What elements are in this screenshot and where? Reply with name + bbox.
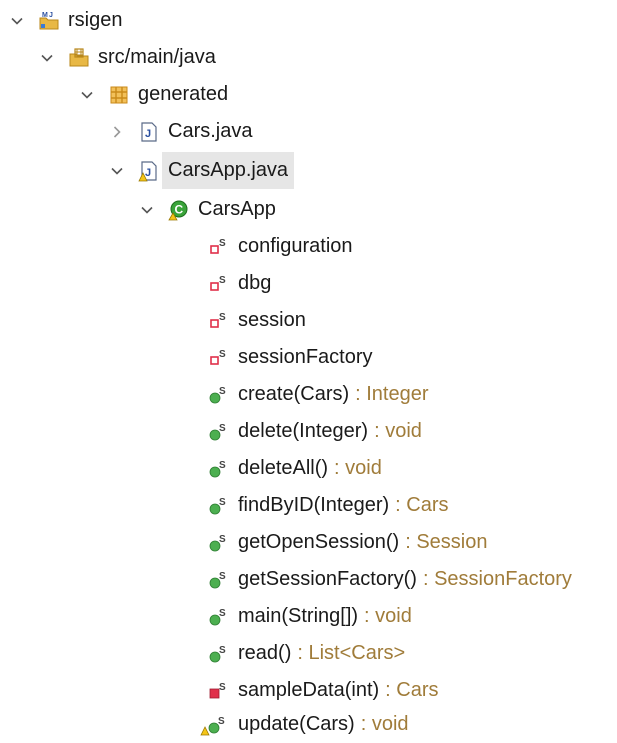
tree-node-label: rsigen <box>68 9 123 31</box>
tree-node-label: Cars.java <box>168 120 253 142</box>
return-type: : Cars <box>395 494 449 516</box>
tree-node-label: CarsApp <box>198 198 276 220</box>
tree-node-label: delete(Integer) <box>238 420 369 442</box>
java-project-icon: M J <box>38 10 60 32</box>
java-file-icon: J <box>138 121 160 143</box>
svg-text:S: S <box>219 423 226 434</box>
tree-node-label: session <box>238 309 306 331</box>
java-file-warning-icon: J <box>138 160 160 182</box>
public-static-method-icon: S <box>208 606 230 628</box>
svg-text:S: S <box>219 312 226 323</box>
public-static-method-warning-icon: S <box>200 714 230 736</box>
tree-node-label: update(Cars) <box>238 713 355 735</box>
return-type: : List<Cars> <box>297 642 406 664</box>
return-type: : SessionFactory <box>422 568 572 590</box>
tree-node-source-folder[interactable]: src/main/java <box>38 39 216 76</box>
tree-node-file[interactable]: J Cars.java <box>108 113 252 150</box>
svg-text:S: S <box>219 349 226 360</box>
tree-node-method[interactable]: S getSessionFactory() : SessionFactory <box>208 561 572 598</box>
tree-node-field[interactable]: S session <box>208 302 306 339</box>
tree-node-field[interactable]: S sessionFactory <box>208 339 373 376</box>
chevron-down-icon[interactable] <box>8 12 26 30</box>
public-static-method-icon: S <box>208 569 230 591</box>
public-static-method-icon: S <box>208 495 230 517</box>
chevron-down-icon[interactable] <box>138 201 156 219</box>
svg-text:C: C <box>175 202 184 216</box>
tree-node-class[interactable]: C CarsApp <box>138 191 276 228</box>
tree-node-file-selected[interactable]: J CarsApp.java <box>108 152 295 189</box>
source-folder-icon <box>68 47 90 69</box>
tree-node-field[interactable]: S dbg <box>208 265 271 302</box>
private-static-field-icon: S <box>208 347 230 369</box>
svg-text:M: M <box>42 12 48 19</box>
svg-text:S: S <box>219 682 226 693</box>
tree-node-field[interactable]: S configuration <box>208 228 353 265</box>
svg-text:J: J <box>145 128 151 140</box>
chevron-down-icon[interactable] <box>78 86 96 104</box>
svg-text:S: S <box>219 497 226 508</box>
svg-text:S: S <box>219 275 226 286</box>
chevron-down-icon[interactable] <box>108 162 126 180</box>
class-icon: C <box>168 199 190 221</box>
tree-node-project[interactable]: M J rsigen <box>8 2 122 39</box>
svg-text:S: S <box>219 645 226 656</box>
svg-text:S: S <box>219 460 226 471</box>
tree-node-method[interactable]: S read() : List<Cars> <box>208 635 405 672</box>
tree-node-method[interactable]: S getOpenSession() : Session <box>208 524 487 561</box>
svg-text:J: J <box>145 167 151 179</box>
svg-text:S: S <box>218 716 225 727</box>
private-static-field-icon: S <box>208 273 230 295</box>
return-type: : void <box>364 605 412 627</box>
tree-node-label: dbg <box>238 272 272 294</box>
return-type: : Integer <box>355 383 429 405</box>
tree-node-label: create(Cars) <box>238 383 350 405</box>
return-type: : void <box>360 713 409 735</box>
tree-node-method[interactable]: S create(Cars) : Integer <box>208 376 429 413</box>
tree-node-method[interactable]: S delete(Integer) : void <box>208 413 422 450</box>
public-static-method-icon: S <box>208 643 230 665</box>
tree-node-label: getSessionFactory() <box>238 568 417 590</box>
tree-node-method[interactable]: S update(Cars) : void <box>200 706 409 743</box>
tree-node-label: src/main/java <box>98 46 216 68</box>
return-type: : void <box>374 420 422 442</box>
tree-node-label: configuration <box>238 235 353 257</box>
return-type: : Session <box>405 531 488 553</box>
tree-node-label: sampleData(int) <box>238 679 380 701</box>
public-static-method-icon: S <box>208 458 230 480</box>
svg-text:S: S <box>219 571 226 582</box>
public-static-method-icon: S <box>208 384 230 406</box>
tree-node-label: findByID(Integer) <box>238 494 390 516</box>
svg-text:J: J <box>49 12 53 19</box>
return-type: : void <box>334 457 382 479</box>
public-static-method-icon: S <box>208 532 230 554</box>
svg-text:S: S <box>219 386 226 397</box>
tree-node-method[interactable]: S sampleData(int) : Cars <box>208 672 439 709</box>
svg-text:S: S <box>219 238 226 249</box>
tree-node-method[interactable]: S deleteAll() : void <box>208 450 382 487</box>
tree-node-label: CarsApp.java <box>162 152 295 189</box>
chevron-right-icon[interactable] <box>108 123 126 141</box>
tree-node-method[interactable]: S main(String[]) : void <box>208 598 412 635</box>
tree-node-label: main(String[]) <box>238 605 359 627</box>
private-static-method-icon: S <box>208 680 230 702</box>
svg-text:S: S <box>219 608 226 619</box>
return-type: : Cars <box>385 679 439 701</box>
private-static-field-icon: S <box>208 236 230 258</box>
tree-node-label: sessionFactory <box>238 346 373 368</box>
package-icon <box>108 84 130 106</box>
tree-node-label: generated <box>138 83 229 105</box>
tree-node-package[interactable]: generated <box>78 76 228 113</box>
chevron-down-icon[interactable] <box>38 49 56 67</box>
tree-node-label: deleteAll() <box>238 457 329 479</box>
private-static-field-icon: S <box>208 310 230 332</box>
tree-node-label: read() <box>238 642 292 664</box>
tree-node-label: getOpenSession() <box>238 531 400 553</box>
package-explorer-tree: M J rsigen src/main/java generated J Car… <box>0 0 617 743</box>
tree-node-method[interactable]: S findByID(Integer) : Cars <box>208 487 449 524</box>
svg-text:S: S <box>219 534 226 545</box>
public-static-method-icon: S <box>208 421 230 443</box>
